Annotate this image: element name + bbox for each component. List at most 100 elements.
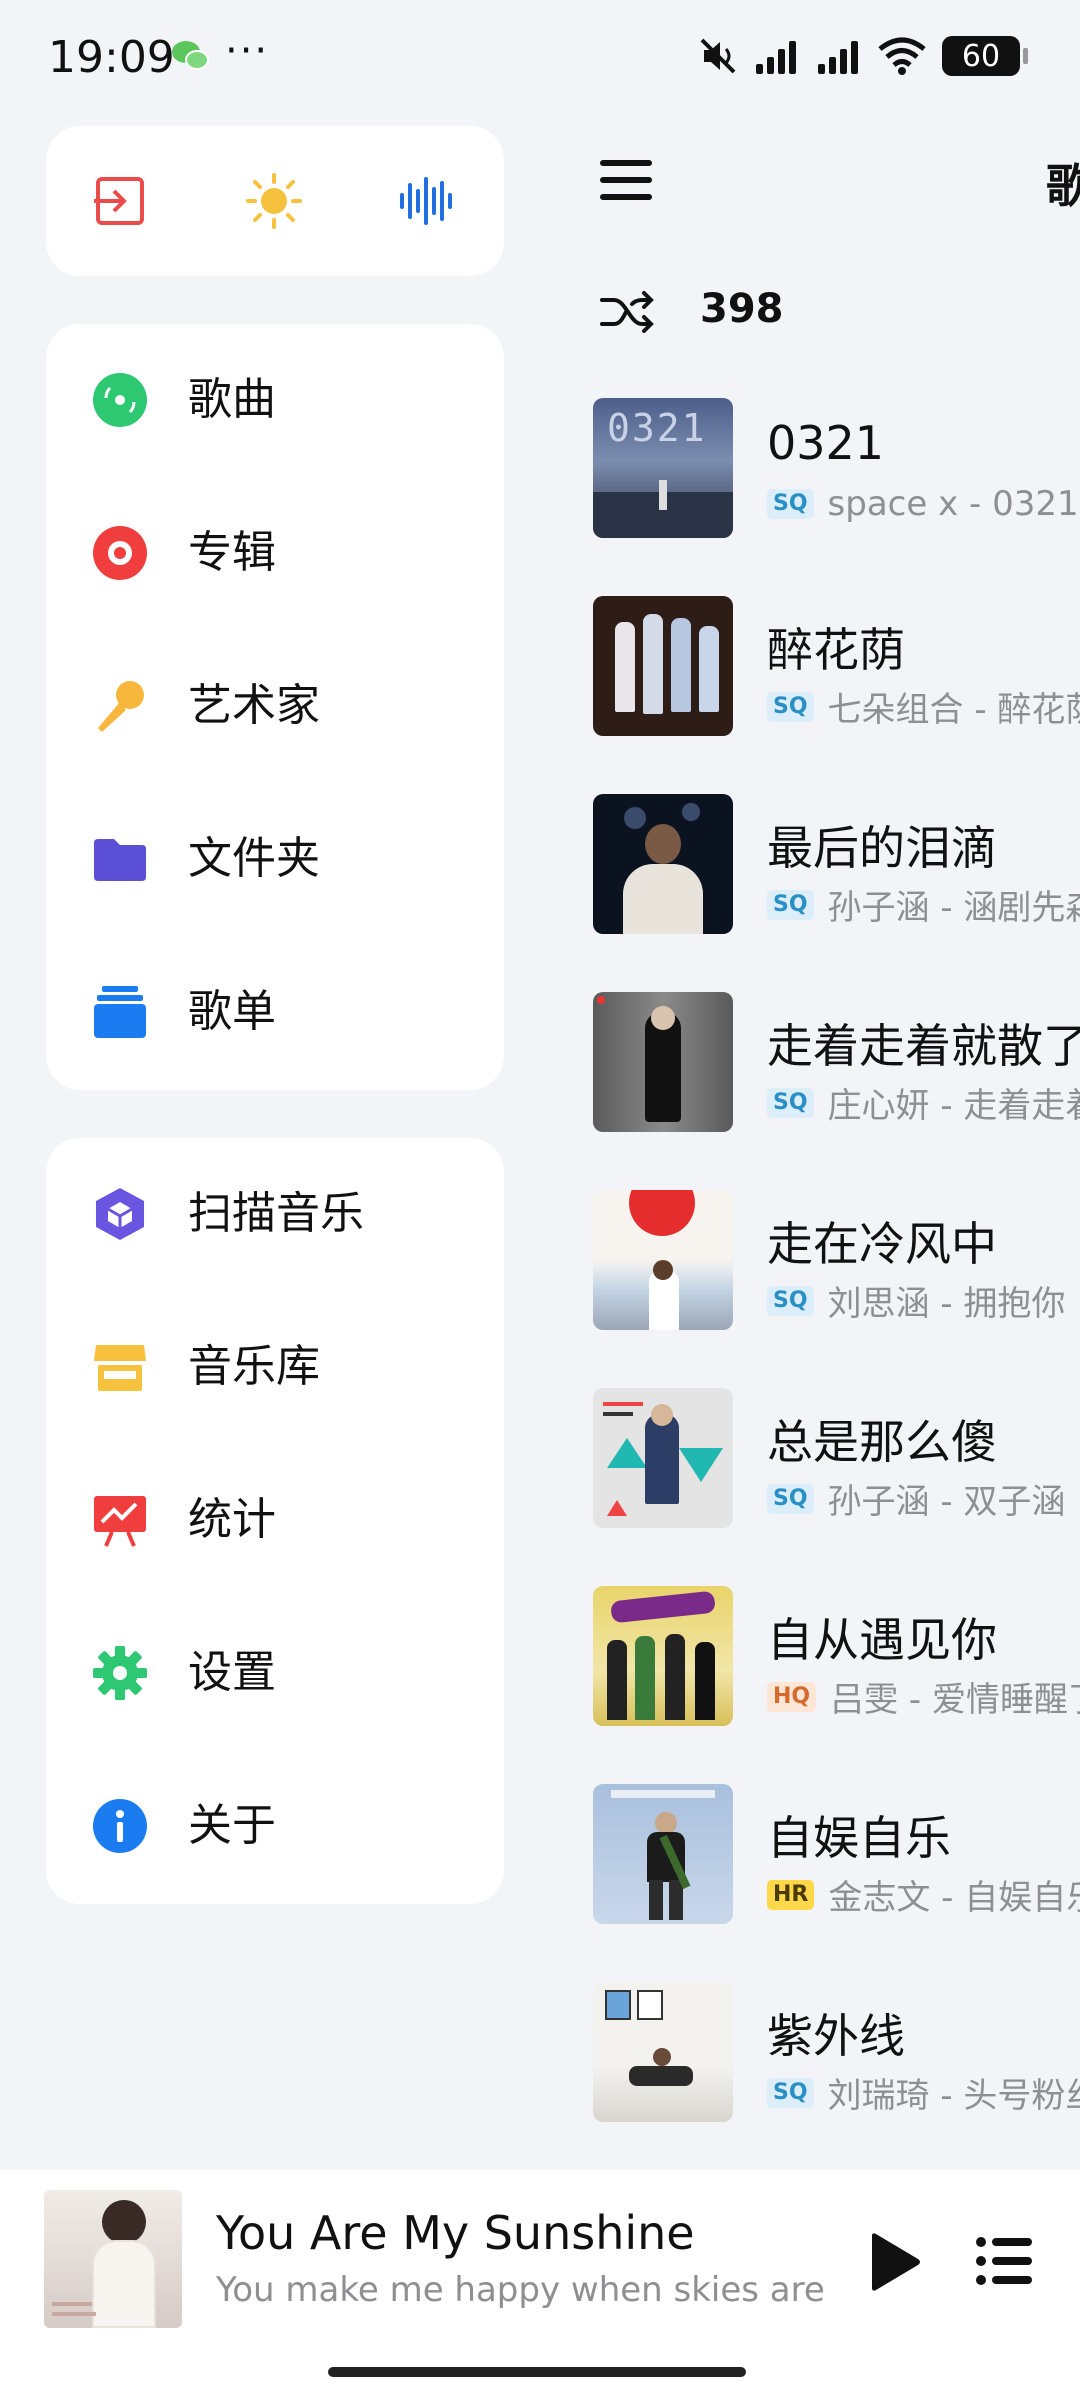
store-icon: [94, 1345, 146, 1391]
song-meta: SQ 刘思涵 - 拥抱你: [767, 1276, 1065, 1325]
menu-item-songs[interactable]: 歌曲: [46, 340, 504, 460]
status-time: 19:09: [48, 32, 175, 83]
menu-label-songs: 歌曲: [188, 374, 276, 425]
song-meta: SQ 孙子涵 - 涵剧先森: [767, 880, 1080, 929]
song-title: 最后的泪滴: [767, 821, 997, 875]
statistics-icon: [94, 1496, 146, 1547]
album-cover: [593, 1586, 733, 1726]
song-subtitle: space x - 0321: [827, 484, 1079, 524]
song-disc-icon: [93, 373, 147, 427]
menu-item-scan-music[interactable]: 扫描音乐: [46, 1154, 504, 1274]
album-cover: [593, 794, 733, 934]
playlist-stack-icon: [94, 986, 146, 1038]
song-row[interactable]: 醉花荫 SQ 七朵组合 - 醉花荫: [560, 596, 1080, 776]
shuffle-icon[interactable]: [600, 288, 656, 336]
song-title: 走在冷风中: [767, 1217, 997, 1271]
menu-label-music-library: 音乐库: [188, 1341, 320, 1392]
page-title: 歌曲: [1046, 159, 1080, 213]
song-meta: SQ 七朵组合 - 醉花荫: [767, 682, 1080, 731]
song-row[interactable]: 最后的泪滴 SQ 孙子涵 - 涵剧先森: [560, 794, 1080, 974]
folder-icon: [94, 839, 146, 881]
menu-item-folders[interactable]: 文件夹: [46, 799, 504, 919]
wechat-notification-icon: [172, 41, 209, 70]
sun-icon[interactable]: [244, 171, 304, 231]
menu-item-statistics[interactable]: 统计: [46, 1460, 504, 1580]
song-row[interactable]: 自从遇见你 HQ 吕雯 - 爱情睡醒了: [560, 1586, 1080, 1766]
menu-item-about[interactable]: 关于: [46, 1766, 504, 1886]
now-playing-title: You Are My Sunshine: [216, 2206, 695, 2260]
microphone-icon: [98, 681, 144, 732]
info-icon: [93, 1799, 147, 1853]
song-subtitle: 刘瑞琦 - 头号粉丝: [827, 2076, 1080, 2116]
song-title: 醉花荫: [767, 623, 905, 677]
scan-cube-icon: [96, 1188, 144, 1240]
hamburger-line: [600, 160, 652, 166]
quality-badge: SQ: [767, 691, 814, 722]
now-playing-lyric: You make me happy when skies are: [216, 2270, 825, 2310]
menu-label-artists: 艺术家: [188, 680, 320, 731]
song-subtitle: 孙子涵 - 涵剧先森: [827, 888, 1080, 928]
menu-label-settings: 设置: [188, 1647, 276, 1698]
menu-label-albums: 专辑: [188, 527, 276, 578]
hamburger-line: [600, 194, 652, 200]
song-title: 走着走着就散了: [767, 1019, 1080, 1073]
song-title: 0321: [767, 416, 885, 470]
song-row[interactable]: 紫外线 SQ 刘瑞琦 - 头号粉丝: [560, 1982, 1080, 2162]
song-subtitle: 庄心妍 - 走着走着就散了: [827, 1086, 1080, 1126]
song-meta: HQ 吕雯 - 爱情睡醒了: [767, 1672, 1080, 1721]
quality-badge: SQ: [767, 889, 814, 920]
album-cover: [593, 1982, 733, 2122]
quality-badge: HR: [767, 1879, 815, 1910]
song-subtitle: 孙子涵 - 双子涵: [827, 1482, 1066, 1522]
album-cover: 0321: [593, 398, 733, 538]
album-cover: [593, 1388, 733, 1528]
quality-badge: HQ: [767, 1681, 817, 1712]
quality-badge: SQ: [767, 489, 814, 519]
menu-item-albums[interactable]: 专辑: [46, 493, 504, 613]
album-cover: [593, 1784, 733, 1924]
song-row[interactable]: 自娱自乐 HR 金志文 - 自娱自乐: [560, 1784, 1080, 1964]
song-meta: HR 金志文 - 自娱自乐: [767, 1870, 1080, 1919]
menu-label-statistics: 统计: [188, 1494, 276, 1545]
song-subtitle: 刘思涵 - 拥抱你: [827, 1284, 1066, 1324]
play-button[interactable]: [866, 2232, 922, 2292]
song-subtitle: 七朵组合 - 醉花荫: [827, 690, 1080, 730]
now-playing-cover: [44, 2190, 182, 2328]
album-disc-icon: [93, 526, 147, 580]
menu-label-scan-music: 扫描音乐: [188, 1188, 364, 1239]
home-indicator[interactable]: [328, 2367, 746, 2377]
song-row[interactable]: 走着走着就散了 SQ 庄心妍 - 走着走着就散了: [560, 992, 1080, 1172]
song-row[interactable]: 0321 0321 SQ space x - 0321: [560, 398, 1080, 578]
menu-item-playlists[interactable]: 歌单: [46, 952, 504, 1072]
menu-label-playlists: 歌单: [188, 986, 276, 1037]
album-cover: [593, 596, 733, 736]
song-title: 自从遇见你: [767, 1613, 997, 1667]
song-title: 紫外线: [767, 2009, 905, 2063]
song-row[interactable]: 走在冷风中 SQ 刘思涵 - 拥抱你: [560, 1190, 1080, 1370]
quality-badge: SQ: [767, 2077, 814, 2108]
song-list-panel: 歌曲 398 0321 0321 SQ space x - 0321: [560, 0, 1080, 2170]
song-row[interactable]: 总是那么傻 SQ 孙子涵 - 双子涵: [560, 1388, 1080, 1568]
menu-item-music-library[interactable]: 音乐库: [46, 1307, 504, 1427]
menu-item-artists[interactable]: 艺术家: [46, 646, 504, 766]
exit-icon[interactable]: [90, 171, 150, 231]
gear-icon: [93, 1646, 147, 1700]
library-menu-card: 歌曲 专辑 艺术家 文件夹 歌单: [46, 324, 504, 1090]
song-meta: SQ 庄心妍 - 走着走着就散了: [767, 1078, 1080, 1127]
status-more-dots: ···: [225, 28, 270, 74]
menu-label-about: 关于: [188, 1800, 276, 1851]
now-playing-bar[interactable]: You Are My Sunshine You make me happy wh…: [0, 2170, 1080, 2400]
menu-toggle-button[interactable]: [600, 160, 652, 200]
song-meta: SQ 孙子涵 - 双子涵: [767, 1474, 1065, 1523]
hamburger-line: [600, 177, 652, 183]
waveform-icon[interactable]: [396, 171, 456, 231]
song-subtitle: 金志文 - 自娱自乐: [828, 1878, 1080, 1918]
song-subtitle: 吕雯 - 爱情睡醒了: [830, 1680, 1080, 1720]
quick-actions-card: [46, 126, 504, 276]
menu-item-settings[interactable]: 设置: [46, 1613, 504, 1733]
song-title: 自娱自乐: [767, 1811, 951, 1865]
queue-list-button[interactable]: [976, 2236, 1032, 2286]
album-cover: [593, 992, 733, 1132]
quality-badge: SQ: [767, 1483, 814, 1514]
menu-label-folders: 文件夹: [188, 833, 320, 884]
